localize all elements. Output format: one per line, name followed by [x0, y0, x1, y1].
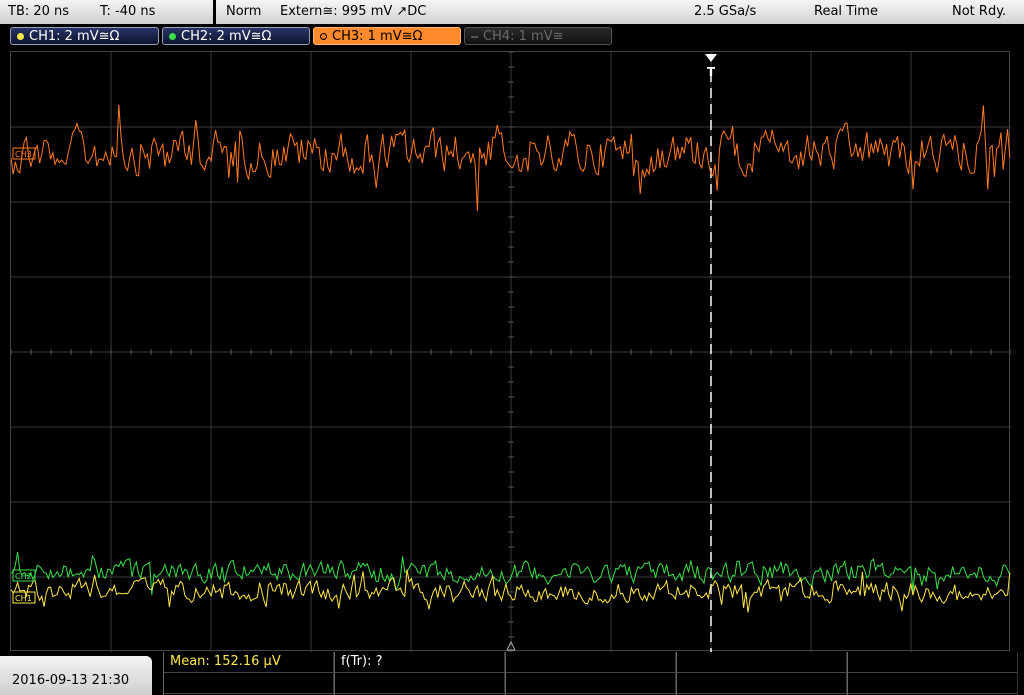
- ready-status-label: Not Rdy.: [952, 4, 1007, 19]
- measurement-slot-3[interactable]: [505, 652, 676, 695]
- datetime-label: 2016-09-13 21:30: [12, 673, 130, 688]
- channel-3-offset-marker[interactable]: CH3: [12, 147, 36, 160]
- measurement-slot-2[interactable]: f(Tr): ?: [334, 652, 505, 695]
- channel-4-label: CH4: 1 mV≅: [483, 29, 564, 44]
- channel-2-label: CH2: 2 mV≅Ω: [181, 29, 272, 44]
- channel-2-marker-label: CH2: [15, 572, 32, 581]
- channel-3-waveform: [11, 104, 1011, 212]
- measurement-row: [848, 652, 1017, 673]
- channel-4-dot-icon: [471, 36, 478, 38]
- timebase-label: TB: 20 ns: [8, 4, 70, 19]
- channel-3-dot-icon: [320, 33, 327, 40]
- channel-2-offset-marker[interactable]: CH2: [12, 569, 36, 582]
- channel-1-dot-icon: [17, 33, 24, 40]
- fall-time-measurement-label: f(Tr): ?: [341, 654, 383, 669]
- waveform-canvas: T CH3 CH2 CH1: [11, 52, 1011, 652]
- channel-1-tab[interactable]: CH1: 2 mV≅Ω: [10, 27, 159, 45]
- measurement-row: [677, 673, 846, 694]
- channel-1-offset-marker[interactable]: CH1: [12, 591, 36, 604]
- acquisition-mode-label: Real Time: [814, 4, 878, 19]
- channel-bar: CH1: 2 mV≅Ω CH2: 2 mV≅Ω CH3: 1 mV≅Ω CH4:…: [0, 24, 1024, 49]
- trigger-label: T: [707, 65, 716, 79]
- channel-1-waveform: [11, 569, 1011, 613]
- trigger-time-label: T: -40 ns: [100, 4, 156, 19]
- measurement-row: [506, 673, 675, 694]
- channel-1-marker-label: CH1: [15, 594, 32, 603]
- channel-4-tab[interactable]: CH4: 1 mV≅: [464, 27, 612, 45]
- measurement-row: [164, 673, 333, 694]
- trigger-arrow-icon: [705, 54, 717, 62]
- measurement-row: [335, 673, 504, 694]
- channel-3-label: CH3: 1 mV≅Ω: [332, 29, 423, 44]
- measurement-slot-4[interactable]: [676, 652, 847, 695]
- channel-3-tab[interactable]: CH3: 1 mV≅Ω: [313, 27, 461, 45]
- trigger-source-label: Extern≅: 995 mV ↗DC: [280, 4, 427, 19]
- measurement-row: Mean: 152.16 µV: [164, 652, 333, 673]
- datetime-panel[interactable]: 2016-09-13 21:30: [0, 656, 152, 695]
- measurement-row: f(Tr): ?: [335, 652, 504, 673]
- channel-3-marker-label: CH3: [15, 150, 32, 159]
- channel-2-tab[interactable]: CH2: 2 mV≅Ω: [162, 27, 310, 45]
- trigger-status-panel[interactable]: Norm Extern≅: 995 mV ↗DC 2.5 GSa/s Real …: [216, 0, 1024, 24]
- measurement-row: [506, 652, 675, 673]
- channel-1-label: CH1: 2 mV≅Ω: [29, 29, 120, 44]
- graticule-grid: [11, 52, 1011, 652]
- measurement-slot-1[interactable]: Mean: 152.16 µV: [163, 652, 334, 695]
- measurement-row: [848, 673, 1017, 694]
- trigger-mode-label: Norm: [226, 4, 262, 19]
- measurement-slot-5[interactable]: [847, 652, 1018, 695]
- timebase-panel[interactable]: TB: 20 ns T: -40 ns: [0, 0, 213, 24]
- mean-measurement-label: Mean: 152.16 µV: [170, 654, 281, 669]
- sample-rate-label: 2.5 GSa/s: [694, 4, 757, 19]
- waveform-display[interactable]: T CH3 CH2 CH1: [10, 51, 1011, 652]
- channel-2-dot-icon: [169, 33, 176, 40]
- channel-2-waveform: [11, 551, 1011, 595]
- measurement-row: [677, 652, 846, 673]
